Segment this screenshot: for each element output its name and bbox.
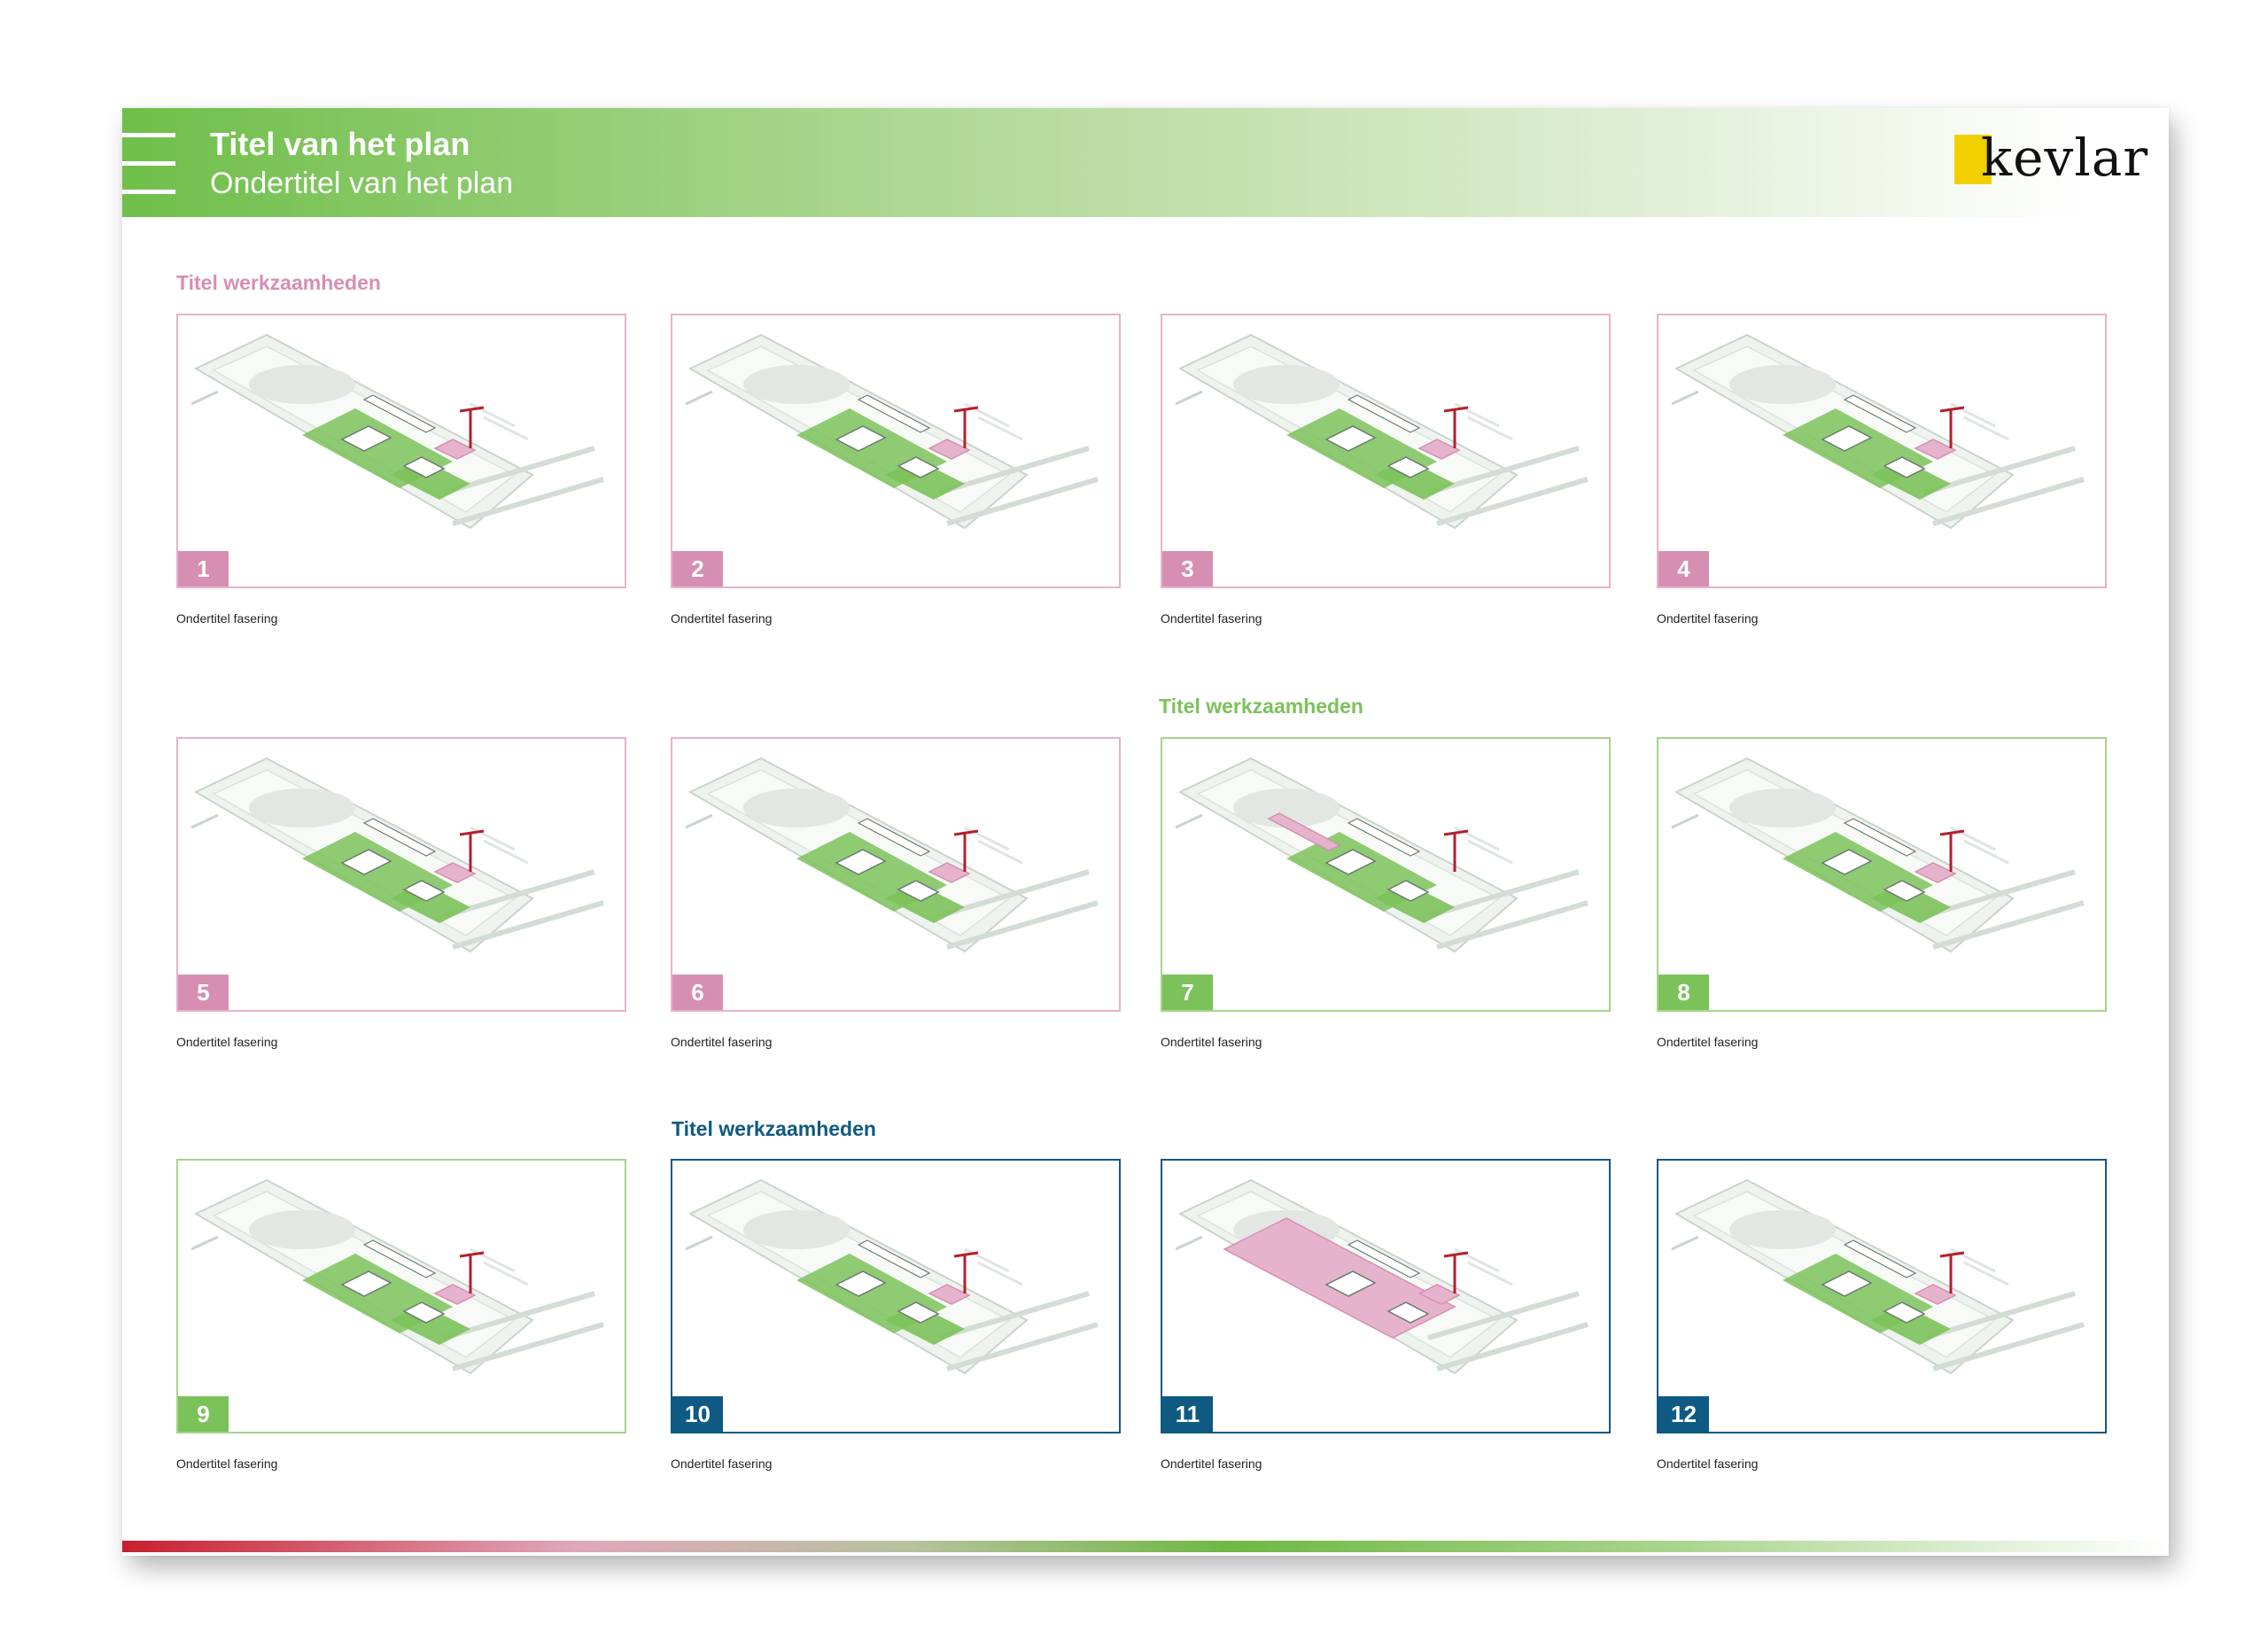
phase-panel-10[interactable]: 10 (671, 1159, 1121, 1433)
phase-number-badge: 4 (1658, 551, 1709, 587)
isometric-site-map (1671, 1178, 2085, 1375)
phase-number-badge: 12 (1658, 1396, 1709, 1432)
phase-caption: Ondertitel fasering (176, 1035, 278, 1049)
isometric-site-map (190, 1178, 604, 1375)
phase-panel-8[interactable]: 8 (1657, 737, 2107, 1012)
isometric-site-map (190, 333, 604, 530)
isometric-site-map (190, 757, 604, 953)
phase-caption: Ondertitel fasering (671, 1035, 773, 1049)
section-title-green: Titel werkzaamheden (1159, 695, 1363, 718)
bottom-gradient-bar (122, 1541, 2169, 1552)
phase-caption: Ondertitel fasering (671, 611, 773, 625)
phase-panel-6[interactable]: 6 (671, 737, 1121, 1012)
phase-caption: Ondertitel fasering (1657, 1457, 1759, 1471)
isometric-site-map (1671, 757, 2085, 953)
header-banner: Titel van het plan Ondertitel van het pl… (122, 108, 2169, 217)
isometric-site-map (1175, 333, 1588, 530)
phase-caption: Ondertitel fasering (176, 611, 278, 625)
phase-number-badge: 9 (178, 1396, 229, 1432)
phase-panel-3[interactable]: 3 (1161, 314, 1611, 588)
phase-number-badge: 8 (1658, 975, 1709, 1010)
phase-panel-1[interactable]: 1 (176, 314, 626, 588)
kevlar-logo: kevlar (1954, 128, 2148, 188)
plan-sheet: Titel van het plan Ondertitel van het pl… (122, 108, 2169, 1556)
phase-number-badge: 2 (672, 551, 723, 587)
phase-caption: Ondertitel fasering (1657, 1035, 1759, 1049)
phase-number-badge: 1 (178, 551, 229, 587)
phase-panel-4[interactable]: 4 (1657, 314, 2107, 588)
phase-panel-7[interactable]: 7 (1161, 737, 1611, 1012)
phase-panel-5[interactable]: 5 (176, 737, 626, 1012)
phase-caption: Ondertitel fasering (1161, 1035, 1262, 1049)
phase-caption: Ondertitel fasering (1161, 611, 1262, 625)
plan-title: Titel van het plan (210, 126, 470, 162)
isometric-site-map (685, 1178, 1099, 1375)
phase-number-badge: 3 (1162, 551, 1213, 587)
plan-subtitle: Ondertitel van het plan (210, 167, 514, 200)
isometric-site-map (685, 757, 1099, 953)
section-title-blue: Titel werkzaamheden (672, 1117, 876, 1140)
isometric-site-map (685, 333, 1099, 530)
isometric-site-map (1175, 757, 1588, 953)
phase-panel-2[interactable]: 2 (671, 314, 1121, 588)
section-title-pink: Titel werkzaamheden (176, 271, 381, 294)
phase-number-badge: 10 (672, 1396, 723, 1432)
phase-number-badge: 7 (1162, 975, 1213, 1010)
phase-number-badge: 6 (672, 975, 723, 1010)
phase-caption: Ondertitel fasering (176, 1457, 278, 1471)
phase-number-badge: 11 (1162, 1396, 1213, 1432)
phase-caption: Ondertitel fasering (671, 1457, 773, 1471)
menu-icon[interactable] (122, 133, 175, 195)
phase-caption: Ondertitel fasering (1161, 1457, 1262, 1471)
phase-caption: Ondertitel fasering (1657, 611, 1759, 625)
logo-wordmark: kevlar (1981, 128, 2149, 188)
isometric-site-map (1175, 1178, 1588, 1375)
isometric-site-map (1671, 333, 2085, 530)
phase-panel-12[interactable]: 12 (1657, 1159, 2107, 1433)
phase-number-badge: 5 (178, 975, 229, 1010)
phase-panel-9[interactable]: 9 (176, 1159, 626, 1433)
phase-panel-11[interactable]: 11 (1161, 1159, 1611, 1433)
